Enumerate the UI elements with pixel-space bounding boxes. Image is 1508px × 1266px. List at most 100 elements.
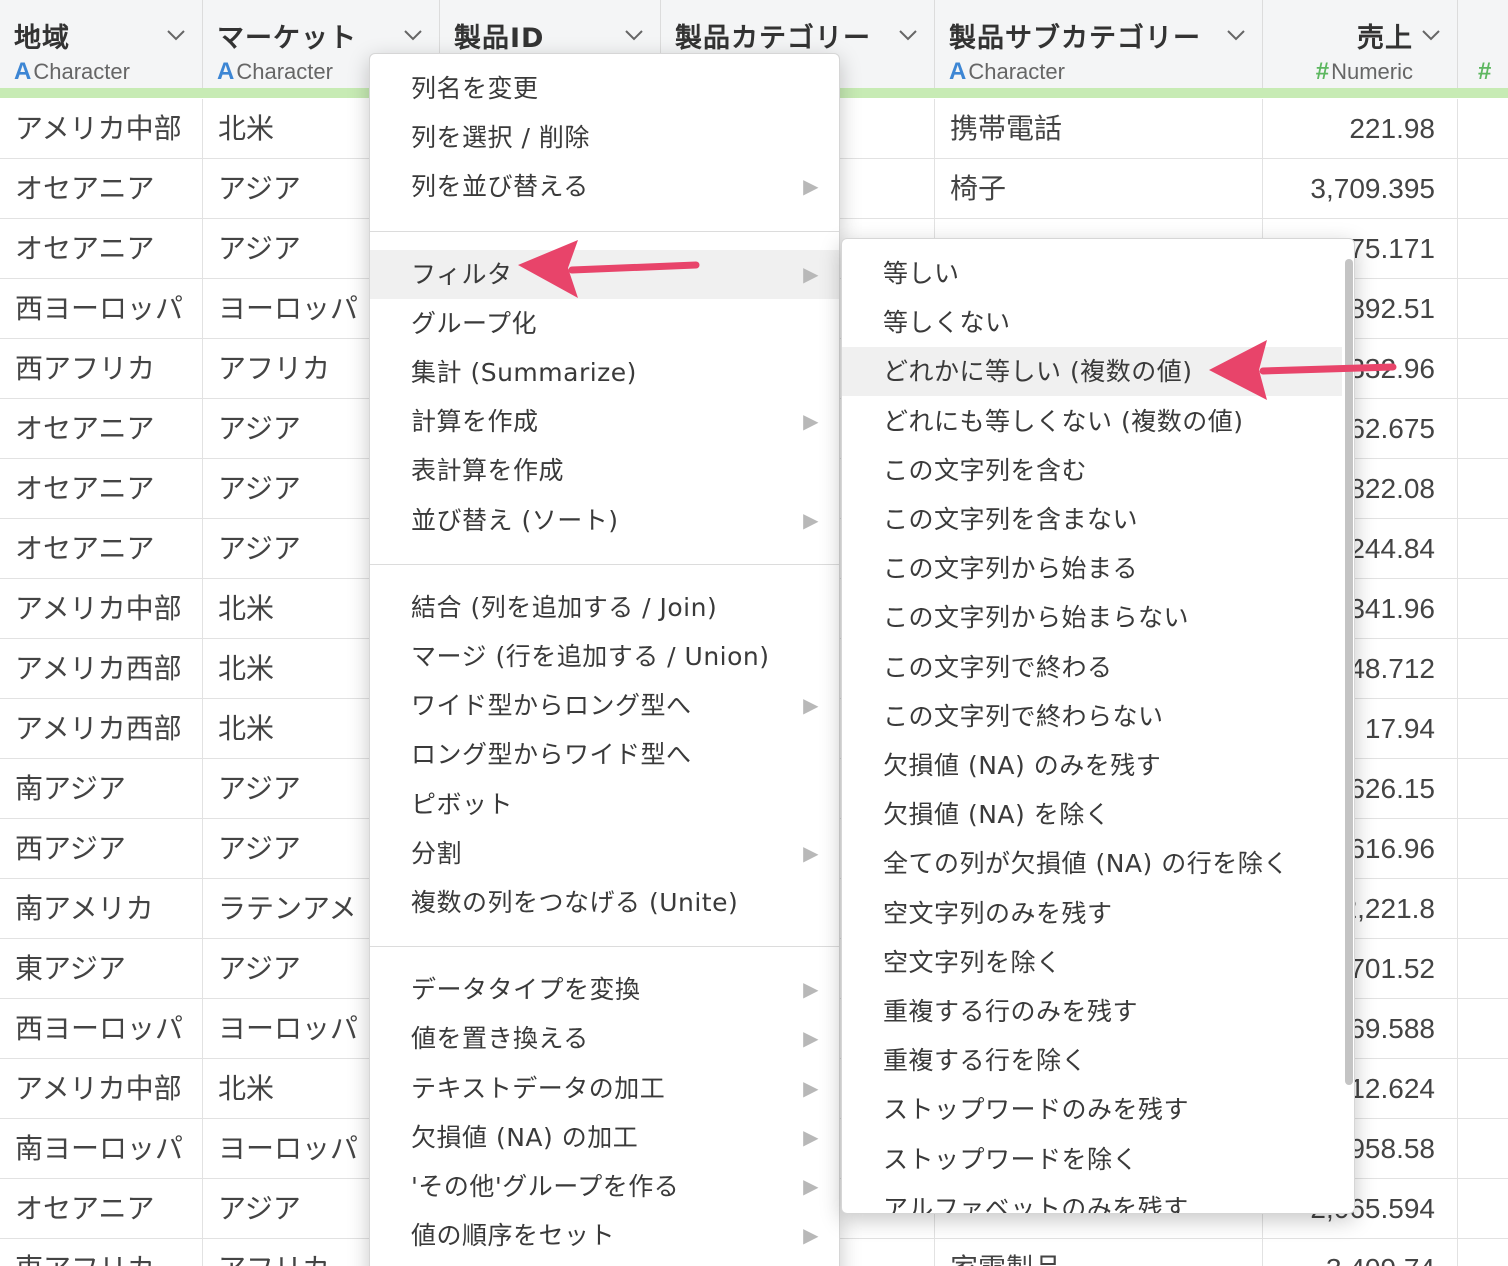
submenu-item-label: 空文字列を除く: [883, 947, 1062, 977]
filter-submenu: 等しい 等しくない どれかに等しい (複数の値) どれにも等しくない (複数の値) この…: [841, 238, 1355, 1214]
submenu-item-label: この文字列から始まらない: [883, 603, 1190, 633]
chevron-down-icon[interactable]: [623, 24, 645, 46]
menu-item[interactable]: 計算を作成 ▶: [370, 397, 839, 446]
submenu-item[interactable]: この文字列から始まる: [842, 544, 1342, 593]
menu-item-label: 計算を作成: [411, 407, 539, 437]
submenu-item[interactable]: この文字列を含まない: [842, 495, 1342, 544]
submenu-item[interactable]: ストップワードのみを残す: [842, 1085, 1342, 1134]
cell-region: 西アジア: [0, 819, 203, 879]
submenu-item-label: この文字列を含まない: [883, 505, 1139, 534]
submenu-item[interactable]: この文字列を含む: [842, 446, 1342, 495]
column-name: 製品カテゴリー: [675, 23, 871, 54]
menu-item[interactable]: ロング型からワイド型へ: [370, 730, 839, 779]
menu-item-label: ロング型からワイド型へ: [411, 740, 692, 770]
cell-region: オセアニア: [0, 399, 203, 459]
cell-region: アメリカ中部: [0, 579, 203, 639]
menu-item[interactable]: 表計算を作成: [370, 446, 839, 495]
table-cell: [1458, 1119, 1508, 1179]
cell-subcategory: 携帯電話: [935, 99, 1263, 159]
menu-item[interactable]: 並び替え (ソート) ▶: [370, 496, 839, 545]
chevron-down-icon[interactable]: [165, 24, 187, 46]
chevron-down-icon[interactable]: [1420, 24, 1442, 46]
table-cell: [1458, 639, 1508, 699]
cell-sales: 221.98: [1263, 99, 1458, 159]
submenu-item[interactable]: 等しくない: [842, 298, 1342, 347]
submenu-item-label: 重複する行を除く: [883, 1046, 1088, 1076]
submenu-item-label: この文字列で終わらない: [883, 701, 1164, 731]
menu-item[interactable]: ワイド型からロング型へ ▶: [370, 681, 839, 730]
column-header[interactable]: 売上 #Numeric: [1263, 0, 1458, 88]
table-cell: [1458, 459, 1508, 519]
character-type-icon: A: [949, 58, 967, 85]
submenu-item[interactable]: 重複する行を除く: [842, 1036, 1342, 1085]
submenu-item-label: アルファベットのみを残す: [883, 1193, 1189, 1214]
menu-item[interactable]: 結合 (列を追加する / Join): [370, 583, 839, 632]
submenu-item[interactable]: 等しい: [842, 249, 1342, 298]
menu-item[interactable]: 列を選択 / 削除: [370, 113, 839, 162]
submenu-item[interactable]: この文字列で終わらない: [842, 692, 1342, 741]
column-name: 製品サブカテゴリー: [949, 23, 1201, 54]
submenu-item-label: ストップワードのみを残す: [883, 1095, 1190, 1125]
table-cell: [1458, 699, 1508, 759]
menu-item-label: 複数の列をつなげる (Unite): [411, 888, 739, 917]
submenu-item[interactable]: 全ての列が欠損値 (NA) の行を除く: [842, 839, 1342, 888]
column-header[interactable]: 地域 ACharacter: [0, 0, 203, 88]
menu-item[interactable]: 欠損値 (NA) の加工 ▶: [370, 1113, 839, 1162]
menu-item-label: 列を並び替える: [411, 172, 589, 202]
menu-item[interactable]: 列名を変更: [370, 64, 839, 113]
menu-item[interactable]: 集計 (Summarize): [370, 348, 839, 397]
submenu-item[interactable]: ストップワードを除く: [842, 1135, 1342, 1184]
submenu-item[interactable]: この文字列で終わる: [842, 643, 1342, 692]
submenu-item[interactable]: 重複する行のみを残す: [842, 987, 1342, 1036]
submenu-item-label: 重複する行のみを残す: [883, 997, 1139, 1026]
cell-sales: 3,709.395: [1263, 159, 1458, 219]
menu-item[interactable]: 分割 ▶: [370, 829, 839, 878]
menu-item[interactable]: 複数の列をつなげる (Unite): [370, 878, 839, 927]
cell-region: 東アジア: [0, 939, 203, 999]
column-header[interactable]: #: [1458, 0, 1508, 88]
submenu-item-label: この文字列から始まる: [883, 554, 1139, 584]
chevron-down-icon[interactable]: [1225, 24, 1247, 46]
numeric-type-icon: #: [1315, 58, 1330, 85]
numeric-type-icon: #: [1478, 58, 1492, 85]
table-cell: [1458, 1059, 1508, 1119]
column-type: ACharacter: [217, 58, 333, 86]
menu-item-label: ワイド型からロング型へ: [411, 691, 692, 721]
menu-item[interactable]: グループ化: [370, 299, 839, 348]
chevron-down-icon[interactable]: [897, 24, 919, 46]
cell-region: アメリカ西部: [0, 699, 203, 759]
submenu-item[interactable]: アルファベットのみを残す: [842, 1184, 1342, 1214]
table-cell: [1458, 279, 1508, 339]
menu-item[interactable]: 値の順序をセット ▶: [370, 1211, 839, 1260]
menu-item[interactable]: フィルタ ▶: [370, 249, 839, 299]
menu-item-label: 集計 (Summarize): [411, 358, 637, 387]
menu-item-label: 結合 (列を追加する / Join): [411, 592, 718, 622]
table-cell: [1458, 159, 1508, 219]
menu-item[interactable]: 'その他'グループを作る ▶: [370, 1162, 839, 1211]
menu-item[interactable]: 値を置き換える ▶: [370, 1014, 839, 1063]
submenu-item[interactable]: どれかに等しい (複数の値): [842, 347, 1342, 397]
submenu-item-label: 空文字列のみを残す: [883, 898, 1113, 928]
submenu-scrollbar[interactable]: [1345, 259, 1353, 1085]
menu-item-label: 値の順序をセット: [411, 1221, 616, 1251]
menu-item[interactable]: 列を並び替える ▶: [370, 162, 839, 211]
chevron-down-icon[interactable]: [402, 24, 424, 46]
menu-item[interactable]: マージ (行を追加する / Union): [370, 632, 839, 681]
cell-region: 西ヨーロッパ: [0, 279, 203, 339]
submenu-item-label: この文字列で終わる: [883, 652, 1113, 682]
menu-item[interactable]: データタイプを変換 ▶: [370, 965, 839, 1014]
table-cell: [1458, 1239, 1508, 1266]
submenu-item[interactable]: 空文字列を除く: [842, 938, 1342, 987]
submenu-item[interactable]: 欠損値 (NA) を除く: [842, 790, 1342, 839]
table-cell: [1458, 579, 1508, 639]
menu-item[interactable]: ピボット: [370, 780, 839, 829]
submenu-item[interactable]: 空文字列のみを残す: [842, 889, 1342, 938]
submenu-item[interactable]: どれにも等しくない (複数の値): [842, 397, 1342, 446]
submenu-item[interactable]: この文字列から始まらない: [842, 593, 1342, 642]
submenu-item[interactable]: 欠損値 (NA) のみを残す: [842, 741, 1342, 790]
menu-item-label: フィルタ: [411, 259, 513, 289]
menu-item[interactable]: テキストデータの加工 ▶: [370, 1064, 839, 1113]
table-cell: [1458, 399, 1508, 459]
cell-region: アメリカ中部: [0, 1059, 203, 1119]
column-header[interactable]: 製品サブカテゴリー ACharacter: [935, 0, 1263, 88]
